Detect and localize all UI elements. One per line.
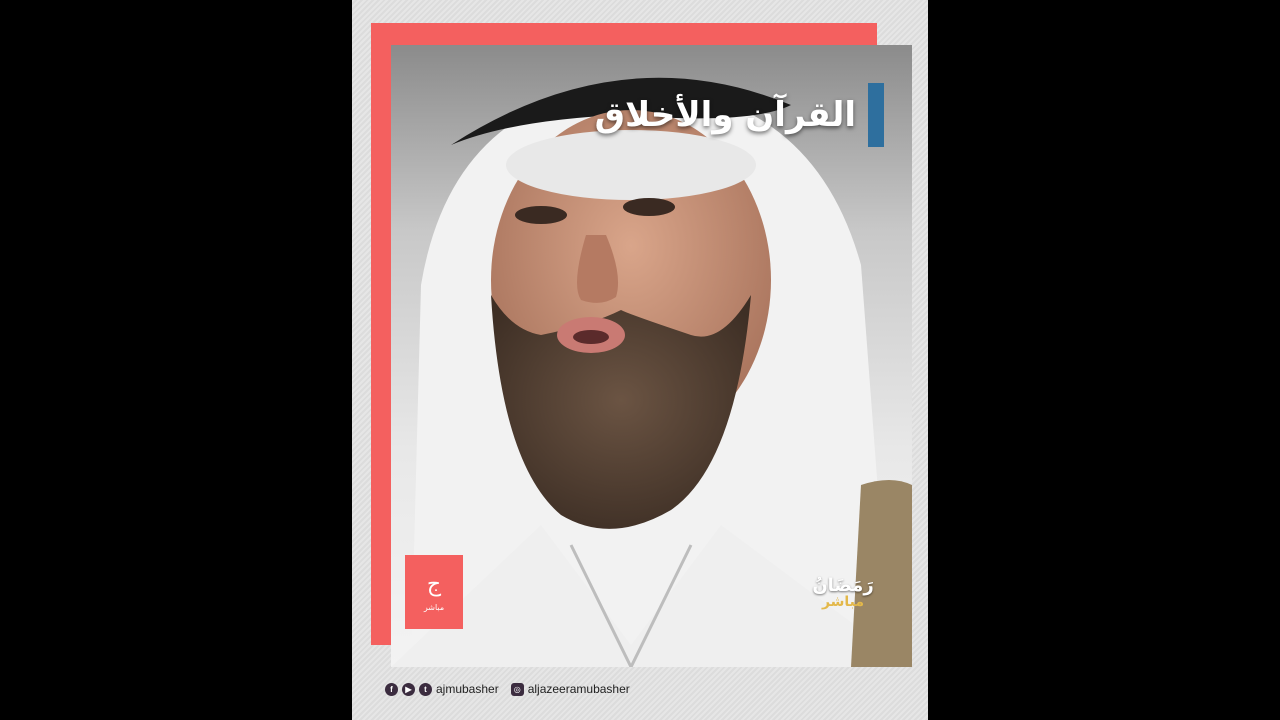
title-block: القرآن والأخلاق: [595, 83, 884, 147]
social-handles: f ▶ t ajmubasher ◎ aljazeeramubasher: [385, 682, 630, 696]
program-title: القرآن والأخلاق: [594, 95, 856, 135]
aljazeera-logo-mark: ج: [426, 571, 442, 597]
title-accent-bar: [868, 83, 884, 147]
facebook-icon: f: [385, 682, 398, 696]
youtube-icon: ▶: [402, 682, 415, 696]
ramadan-logo-text: رَمَضَانُ: [812, 575, 874, 596]
mubasher-logo-text: مباشر: [821, 594, 865, 610]
aljazeera-mubasher-logo: ج مباشر: [405, 555, 463, 629]
video-frame: القرآن والأخلاق ج مباشر رَمَضَانُ مباشر …: [352, 0, 928, 720]
handle-secondary: aljazeeramubasher: [527, 682, 630, 696]
ramadan-mubasher-logo: رَمَضَانُ مباشر: [806, 575, 880, 611]
handle-primary: ajmubasher: [436, 682, 499, 696]
twitter-icon: t: [419, 682, 432, 696]
aljazeera-logo-sub: مباشر: [423, 602, 445, 612]
instagram-icon: ◎: [510, 682, 524, 696]
